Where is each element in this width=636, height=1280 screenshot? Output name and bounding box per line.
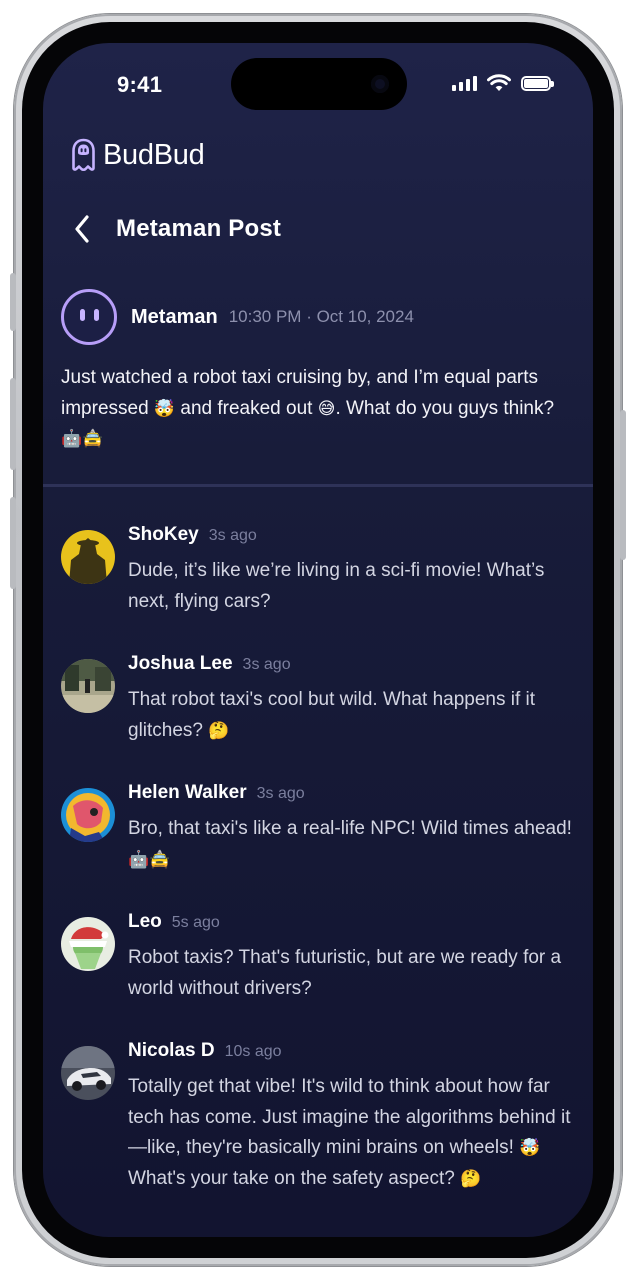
divider xyxy=(43,484,593,487)
volume-down-button xyxy=(10,497,16,589)
comment-text: That robot taxi's cool but wild. What ha… xyxy=(128,689,536,741)
action-button xyxy=(10,273,16,331)
signal-icon xyxy=(452,75,477,91)
avatar[interactable] xyxy=(61,659,115,713)
dynamic-island xyxy=(231,58,407,110)
comment-time: 3s ago xyxy=(208,527,257,544)
thinking-emoji: 🤔 xyxy=(460,1168,482,1189)
comment-author[interactable]: Nicolas D xyxy=(128,1040,215,1062)
thinking-emoji: 🤔 xyxy=(208,720,230,741)
avatar[interactable] xyxy=(61,1046,115,1100)
volume-up-button xyxy=(10,378,16,470)
budbud-logo-icon xyxy=(72,138,95,172)
header-nav: Metaman Post xyxy=(67,211,281,247)
comment-time: 5s ago xyxy=(171,914,220,931)
comment-text: Totally get that vibe! It's wild to thin… xyxy=(128,1076,571,1189)
comment-author[interactable]: Joshua Lee xyxy=(128,653,233,675)
comment-time: 3s ago xyxy=(242,656,291,673)
comment-author[interactable]: ShoKey xyxy=(128,524,199,546)
comment-author[interactable]: Leo xyxy=(128,911,162,933)
power-button xyxy=(620,410,626,560)
metaman-avatar[interactable] xyxy=(61,289,117,345)
post-author: Metaman 10:30 PM · Oct 10, 2024 xyxy=(61,289,414,345)
front-camera xyxy=(371,75,389,93)
back-button[interactable] xyxy=(67,211,97,247)
status-time: 9:41 xyxy=(117,72,163,97)
exploding-head-emoji: 🤯 xyxy=(519,1138,541,1158)
robot-taxi-emoji: 🤖🚖 xyxy=(61,429,104,449)
comment-time: 3s ago xyxy=(256,785,305,802)
brand: BudBud xyxy=(71,138,205,172)
robot-taxi-emoji: 🤖🚖 xyxy=(128,849,171,870)
comment-text: Robot taxis? That's futuristic, but are … xyxy=(128,947,562,999)
avatar[interactable] xyxy=(61,788,115,842)
avatar[interactable] xyxy=(61,917,115,971)
post-timestamp: 10:30 PM · Oct 10, 2024 xyxy=(228,307,414,326)
avatar[interactable] xyxy=(61,530,115,584)
comment-time: 10s ago xyxy=(224,1043,282,1060)
screen: 9:41 BudBud Metaman Post Metaman 10:30 P… xyxy=(43,43,593,1237)
page-title: Metaman Post xyxy=(116,215,282,242)
comment-text: Dude, it’s like we’re living in a sci-fi… xyxy=(128,560,545,612)
sweat-smile-emoji: 😅 xyxy=(317,398,336,419)
comment-text: Bro, that taxi's like a real-life NPC! W… xyxy=(128,818,572,870)
wifi-icon xyxy=(487,74,511,91)
comment-author[interactable]: Helen Walker xyxy=(128,782,247,804)
post-author-name[interactable]: Metaman xyxy=(131,306,218,329)
exploding-head-emoji: 🤯 xyxy=(153,398,176,419)
post-text: Just watched a robot taxi cruising by, a… xyxy=(61,367,555,449)
chevron-left-icon xyxy=(75,215,89,243)
brand-name: BudBud xyxy=(103,138,205,171)
status-icons xyxy=(452,73,554,93)
battery-icon xyxy=(521,75,554,91)
status-bar: 9:41 xyxy=(43,43,593,129)
